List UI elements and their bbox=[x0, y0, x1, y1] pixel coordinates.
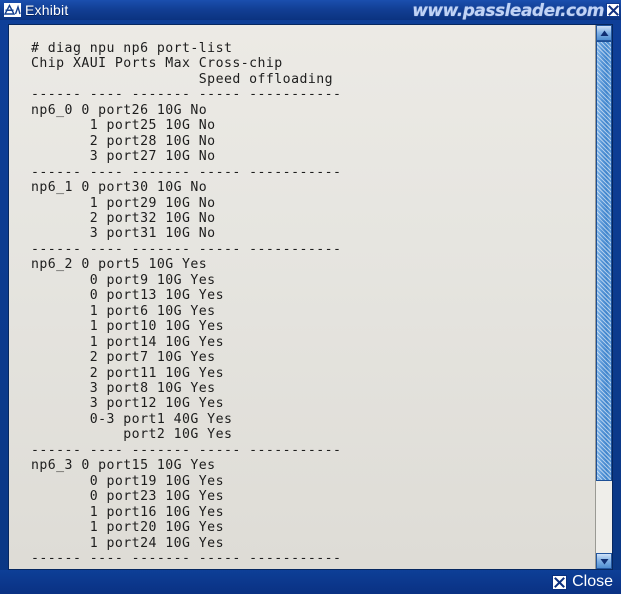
scrollbar-track[interactable] bbox=[596, 41, 612, 553]
close-x-icon bbox=[607, 4, 619, 16]
console-output-area: # diag npu np6 port-list Chip XAUI Ports… bbox=[9, 25, 597, 569]
triangle-down-icon bbox=[600, 558, 608, 564]
content-frame: # diag npu np6 port-list Chip XAUI Ports… bbox=[8, 24, 613, 570]
scrollbar-up-button[interactable] bbox=[596, 25, 612, 41]
exhibit-window: Exhibit www.passleader.com # diag npu np… bbox=[0, 0, 621, 594]
close-x-icon bbox=[552, 574, 568, 590]
scrollbar-thumb[interactable] bbox=[596, 41, 612, 481]
exhibit-icon bbox=[4, 3, 21, 17]
close-button[interactable]: Close bbox=[552, 573, 613, 591]
title-bar: Exhibit www.passleader.com bbox=[0, 0, 621, 20]
vertical-scrollbar[interactable] bbox=[595, 25, 612, 569]
triangle-up-icon bbox=[600, 30, 608, 36]
watermark: www.passleader.com bbox=[412, 1, 604, 20]
close-button-label: Close bbox=[572, 573, 613, 590]
titlebar-close-button[interactable] bbox=[606, 3, 620, 17]
window-title: Exhibit bbox=[25, 2, 69, 18]
console-text: # diag npu np6 port-list Chip XAUI Ports… bbox=[31, 41, 342, 566]
bottom-bar: Close bbox=[0, 570, 621, 594]
scrollbar-down-button[interactable] bbox=[596, 553, 612, 569]
